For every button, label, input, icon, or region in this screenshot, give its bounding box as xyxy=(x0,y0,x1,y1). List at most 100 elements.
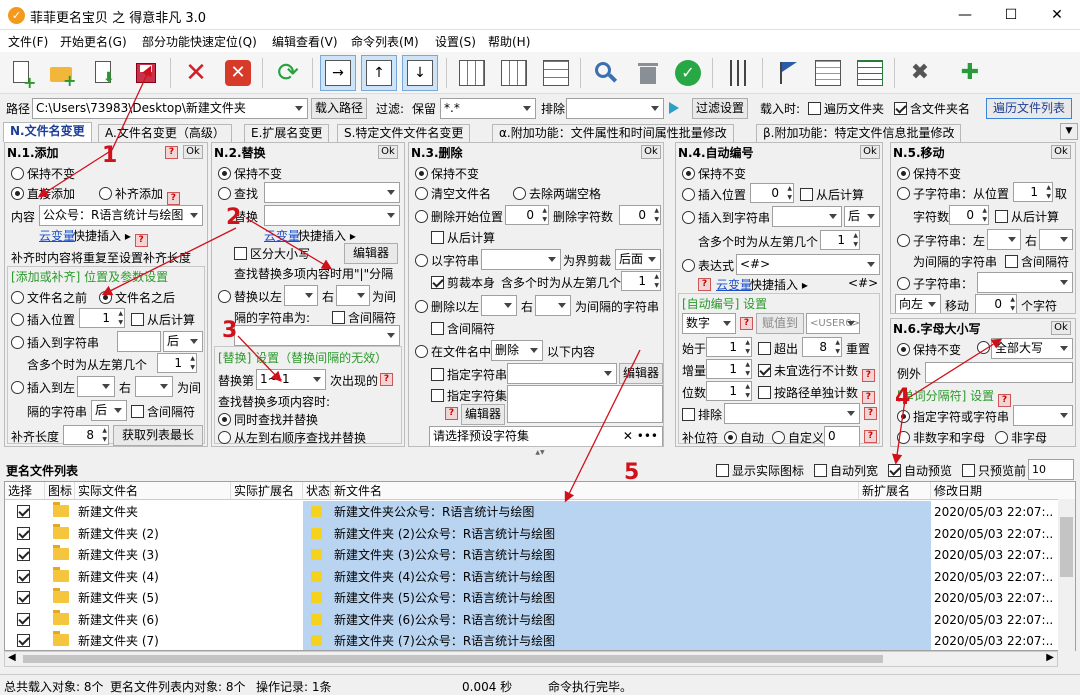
table-row[interactable]: 新建文件夹 (2) 新建文件夹 (2)公众号：R语言统计与绘图 2020/05/03… xyxy=(5,522,1059,545)
simultaneous-radio[interactable]: 同时查找并替换 xyxy=(218,411,318,428)
minimize-button[interactable]: — xyxy=(942,0,988,30)
move-direction-select[interactable]: 向左 xyxy=(895,294,941,313)
scroll-left-icon[interactable]: ◀ xyxy=(8,652,16,663)
substr-input[interactable] xyxy=(977,272,1073,293)
expression-input[interactable]: <#> xyxy=(736,254,880,275)
col-new-ext[interactable]: 新扩展名 xyxy=(859,482,931,500)
execute-button[interactable]: ✓ xyxy=(670,55,706,91)
number-cloud-var-link[interactable]: 云变量 xyxy=(716,276,752,293)
delete-between-radio[interactable]: 删除以左 xyxy=(415,298,479,315)
vertical-scrollbar[interactable] xyxy=(1058,499,1075,651)
move-count-spinner[interactable]: 0 xyxy=(975,294,1017,313)
delete-start-spinner[interactable]: 0 xyxy=(505,205,549,225)
cut-str-input[interactable] xyxy=(481,249,561,270)
new-name-cell[interactable]: 新建文件夹 (3)公众号：R语言统计与绘图 xyxy=(331,544,859,566)
type-help-icon[interactable]: ? xyxy=(740,317,753,330)
row-select-checkbox[interactable] xyxy=(5,501,45,523)
case-keep-radio[interactable]: 保持不变 xyxy=(897,341,961,358)
row-select-checkbox[interactable] xyxy=(5,587,45,609)
trim-spaces-radio[interactable]: 去除两端空格 xyxy=(513,185,601,202)
col-status[interactable]: 状态 xyxy=(303,482,331,500)
exclude-filter-input[interactable] xyxy=(566,98,664,119)
menu-edit-view[interactable]: 编辑查看(V) xyxy=(272,33,338,50)
move-from-back-checkbox[interactable]: 从后计算 xyxy=(995,208,1059,225)
table-row[interactable]: 新建文件夹 (6) 新建文件夹 (6)公众号：R语言统计与绘图 2020/05/03… xyxy=(5,608,1059,631)
replace-ok-button[interactable]: Ok xyxy=(378,145,398,159)
tab-filename-change[interactable]: N.文件名变更 xyxy=(3,122,92,142)
replace-include-sep-checkbox[interactable]: 含间隔符 xyxy=(332,309,396,326)
get-max-length-button[interactable]: 获取列表最长 xyxy=(113,425,203,446)
user-var-select[interactable]: <USER0> xyxy=(806,313,860,334)
new-name-cell[interactable]: 新建文件夹 (2)公众号：R语言统计与绘图 xyxy=(331,522,859,545)
settings-sliders-button[interactable] xyxy=(720,55,756,91)
play-icon[interactable] xyxy=(669,102,679,114)
tab-extension-change[interactable]: E.扩展名变更 xyxy=(244,124,330,142)
case-mode-select[interactable]: 全部大写 xyxy=(991,338,1073,359)
move-keep-radio[interactable]: 保持不变 xyxy=(897,165,961,182)
charset-editor-button[interactable]: 编辑器 xyxy=(461,404,505,425)
replace-between-input[interactable] xyxy=(234,325,400,346)
delete-ok-button[interactable]: Ok xyxy=(641,145,661,159)
pad-help-icon[interactable]: ? xyxy=(864,430,877,443)
move-down-button[interactable]: ↓ xyxy=(402,55,438,91)
sequential-radio[interactable]: 从左到右顺序查找并替换 xyxy=(218,429,366,446)
search-user-button[interactable] xyxy=(588,55,624,91)
left-select[interactable] xyxy=(77,376,115,397)
specify-str-input[interactable] xyxy=(507,363,617,384)
tab-filename-advanced[interactable]: A.文件名变更（高级） xyxy=(98,124,232,142)
specify-str-checkbox[interactable]: 指定字符串 xyxy=(431,366,507,383)
new-name-cell[interactable]: 新建文件夹公众号：R语言统计与绘图 xyxy=(331,501,859,523)
help-icon[interactable]: ? xyxy=(165,146,178,159)
spreadsheet-button[interactable] xyxy=(852,55,888,91)
number-insert-str-radio[interactable]: 插入到字符串 xyxy=(682,209,770,226)
find-radio[interactable]: 查找 xyxy=(218,185,258,202)
exclude-number-checkbox[interactable]: 排除 xyxy=(682,406,722,423)
menu-command-list[interactable]: 命令列表(M) xyxy=(351,33,419,50)
row-select-checkbox[interactable] xyxy=(5,609,45,631)
table-row[interactable]: 新建文件夹 新建文件夹公众号：R语言统计与绘图 2020/05/03 22:07:.… xyxy=(5,501,1059,523)
exceed-checkbox[interactable]: 超出 xyxy=(758,340,798,357)
save-button[interactable] xyxy=(128,55,164,91)
pad-custom-input[interactable]: 0 xyxy=(824,426,860,446)
move-ok-button[interactable]: Ok xyxy=(1051,145,1071,159)
splitter-handle[interactable]: ▲▼ xyxy=(0,449,1080,456)
cut-side-select[interactable]: 后面 xyxy=(615,249,661,270)
case-ok-button[interactable]: Ok xyxy=(1051,321,1071,335)
new-name-cell[interactable]: 新建文件夹 (5)公众号：R语言统计与绘图 xyxy=(331,587,859,609)
delete-count-spinner[interactable]: 0 xyxy=(619,205,661,225)
replace-left-select[interactable] xyxy=(284,285,318,306)
auto-width-checkbox[interactable]: 自动列宽 xyxy=(814,462,878,479)
filter-settings-button[interactable]: 过滤设置 xyxy=(692,98,748,119)
right-select[interactable] xyxy=(135,376,173,397)
delete-include-sep-checkbox[interactable]: 含间隔符 xyxy=(431,320,495,337)
substr-left-radio[interactable]: 子字符串：左 xyxy=(897,232,985,249)
row-select-checkbox[interactable] xyxy=(5,566,45,588)
sep-nonalnum-radio[interactable]: 非数字和字母 xyxy=(897,429,985,446)
no-repeat-checkbox[interactable]: 未宜选行不计数 ? xyxy=(758,362,875,382)
delete-start-radio[interactable]: 删除开始位置 xyxy=(415,208,503,225)
move-right-select[interactable] xyxy=(1039,229,1073,250)
close-button[interactable]: ✕ xyxy=(1034,0,1080,30)
maximize-button[interactable]: ☐ xyxy=(988,0,1034,30)
cloud-var-link[interactable]: 云变量 xyxy=(39,227,75,244)
auto-preview-checkbox[interactable]: 自动预览 xyxy=(888,462,952,479)
horizontal-scrollbar[interactable]: ◀ ▶ xyxy=(4,651,1058,667)
delete-left-select[interactable] xyxy=(481,295,517,316)
number-after-select[interactable]: 后 xyxy=(844,206,880,227)
exclude-help-icon[interactable]: ? xyxy=(864,407,877,420)
import-button[interactable]: ⬇ xyxy=(86,55,122,91)
exclude-number-input[interactable] xyxy=(724,403,860,424)
preset-charset-select[interactable]: 请选择预设字符集 ✕ ••• xyxy=(429,426,663,446)
number-quick-insert-button[interactable]: 快捷插入 ▸ xyxy=(750,276,808,293)
col-modified-date[interactable]: 修改日期 xyxy=(931,482,1075,500)
tools-button[interactable]: ✖ xyxy=(902,55,938,91)
replace-keep-radio[interactable]: 保持不变 xyxy=(218,165,282,182)
clear-name-radio[interactable]: 清空文件名 xyxy=(415,185,491,202)
replace-input[interactable] xyxy=(264,205,400,226)
add-content-input[interactable]: 公众号：R语言统计与绘图 xyxy=(39,205,203,226)
add-keep-radio[interactable]: 保持不变 xyxy=(11,165,75,182)
columns-button[interactable] xyxy=(496,55,532,91)
edit-list-button[interactable] xyxy=(810,55,846,91)
replace-quick-insert-button[interactable]: 快捷插入 ▸ xyxy=(298,227,356,244)
after-select[interactable]: 后 xyxy=(163,331,203,352)
